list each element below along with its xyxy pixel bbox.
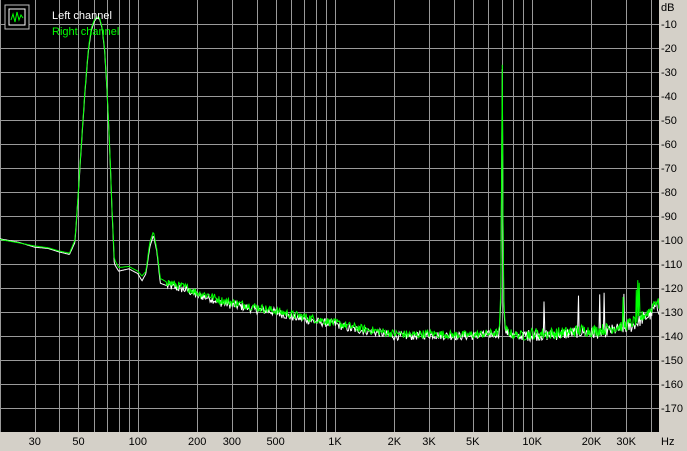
x-tick-label: 300 (223, 436, 241, 448)
x-tick-label: 3K (422, 436, 436, 448)
y-tick-label: -40 (661, 91, 677, 103)
x-tick-label: 20K (582, 436, 602, 448)
y-tick-label: -60 (661, 139, 677, 151)
x-tick-label: 5K (466, 436, 480, 448)
y-tick-label: -80 (661, 187, 677, 199)
x-tick-label: 30 (29, 436, 41, 448)
x-tick-label: 50 (72, 436, 84, 448)
x-axis-unit-label: Hz (661, 436, 674, 448)
y-tick-label: -70 (661, 163, 677, 175)
y-tick-label: -130 (661, 307, 683, 319)
y-tick-label: -120 (661, 283, 683, 295)
y-tick-label: -110 (661, 259, 682, 271)
x-tick-label: 2K (388, 436, 402, 448)
x-tick-label: 30K (616, 436, 636, 448)
x-tick-label: 1K (328, 436, 342, 448)
x-tick-label: 100 (129, 436, 147, 448)
x-tick-label: 200 (188, 436, 206, 448)
y-axis-unit-label: dB (661, 2, 674, 14)
y-tick-label: -100 (661, 235, 683, 247)
y-tick-label: -50 (661, 115, 677, 127)
y-tick-label: -150 (661, 355, 683, 367)
y-tick-label: -20 (661, 43, 677, 55)
y-tick-label: -10 (661, 19, 677, 31)
legend-left-channel: Left channel (52, 10, 112, 22)
legend-right-channel: Right channel (52, 26, 119, 38)
y-tick-label: -170 (661, 403, 683, 415)
x-tick-label: 500 (266, 436, 284, 448)
y-tick-label: -160 (661, 379, 683, 391)
y-tick-label: -140 (661, 331, 683, 343)
spectrum-chart: dB Hz -10 -20 -30 -40 -50 -60 -70 -80 -90 -100 -11… (0, 0, 687, 451)
y-tick-label: -90 (661, 211, 677, 223)
chart-container: dB Hz -10 -20 -30 -40 -50 -60 -70 -80 -90 -100 -11… (0, 0, 687, 451)
x-tick-label: 10K (522, 436, 542, 448)
y-tick-label: -30 (661, 67, 677, 79)
